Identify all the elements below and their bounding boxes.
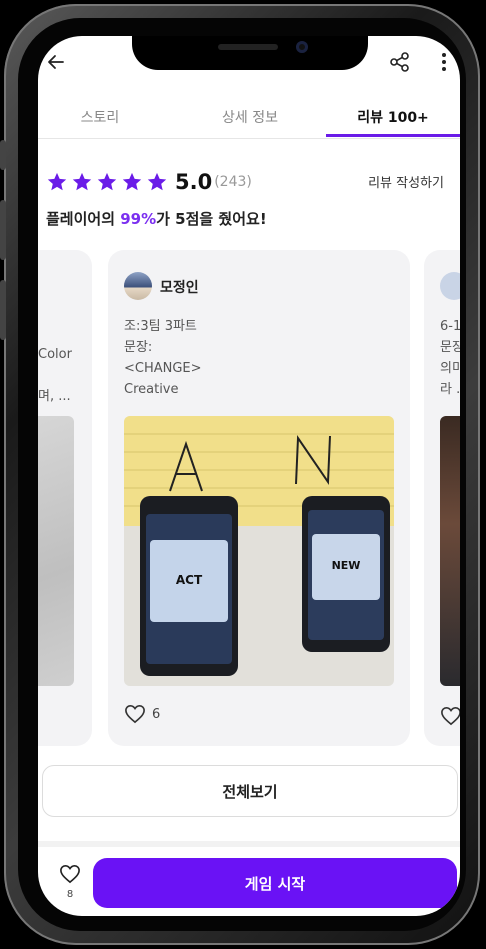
review-text-line: <CHANGE>	[124, 361, 202, 376]
heart-icon	[441, 706, 460, 726]
share-button[interactable]	[386, 48, 414, 76]
photo-label-new: NEW	[332, 559, 361, 572]
review-text-line: 문장:	[124, 340, 153, 355]
highlight-percent: 99%	[120, 210, 157, 228]
share-icon	[390, 52, 409, 72]
review-text-line: 며, ...	[38, 389, 71, 404]
star-icon	[72, 172, 92, 191]
speaker	[218, 44, 278, 50]
favorite-button[interactable]: 8	[48, 864, 92, 900]
review-text-line: 라 ...	[440, 382, 460, 397]
back-arrow-icon	[48, 55, 64, 69]
see-all-button[interactable]: 전체보기	[42, 765, 458, 817]
rating-count: (243)	[214, 174, 252, 190]
section-divider	[38, 841, 460, 847]
review-text-line: 조:3팀 3파트	[124, 319, 197, 334]
review-text-line: Creative	[124, 382, 179, 397]
photo-label-act: ACT	[176, 573, 203, 587]
review-text: 조:3팀 3파트 문장: <CHANGE> Creative	[124, 316, 202, 400]
star-icon	[97, 172, 117, 191]
review-card[interactable]: Color 며, ...	[38, 250, 92, 746]
star-icon	[47, 172, 67, 191]
more-menu-button[interactable]	[432, 48, 456, 76]
rating-summary: 5.0 (243)	[46, 168, 252, 196]
review-like[interactable]: 6	[124, 704, 160, 724]
review-text-line: 6-1	[440, 319, 460, 334]
review-card[interactable]: 모정인 조:3팀 3파트 문장: <CHANGE> Creative ACT N…	[108, 250, 410, 746]
tab-story[interactable]: 스토리	[38, 96, 162, 138]
tab-bar: 스토리 상세 정보 리뷰 100+	[38, 96, 460, 139]
favorite-count: 8	[66, 889, 74, 900]
review-photo	[38, 416, 74, 686]
side-button	[0, 200, 6, 260]
review-text-line: Color	[38, 347, 72, 362]
star-icon	[122, 172, 142, 191]
like-count: 6	[152, 706, 161, 722]
more-vertical-icon	[442, 53, 446, 71]
avatar	[124, 272, 152, 300]
heart-icon	[60, 864, 80, 884]
rating-score: 5.0	[175, 170, 213, 194]
review-card[interactable]: 6-1 문장 의미 라 ...	[424, 250, 460, 746]
heart-icon	[125, 704, 145, 724]
app-screen: 스토리 상세 정보 리뷰 100+ 5.0 (243) 리뷰 작성하기 플레이어…	[38, 36, 460, 916]
active-tab-indicator	[326, 134, 460, 137]
back-button[interactable]	[42, 48, 70, 76]
review-author: 모정인	[160, 280, 199, 296]
start-game-button[interactable]: 게임 시작	[93, 858, 457, 908]
review-photo	[440, 416, 460, 686]
avatar	[440, 272, 460, 300]
front-camera	[296, 41, 308, 53]
side-button	[0, 140, 6, 170]
write-review-link[interactable]: 리뷰 작성하기	[368, 172, 444, 191]
review-text-line: 문장	[440, 340, 460, 355]
star-icon	[147, 172, 167, 191]
rating-summary-text: 플레이어의 99%가 5점을 줬어요!	[46, 210, 267, 228]
tab-details[interactable]: 상세 정보	[178, 96, 322, 138]
review-text-line: 의미	[440, 361, 460, 376]
notch	[132, 36, 368, 70]
side-button	[0, 280, 6, 340]
review-photo: ACT NEW	[124, 416, 394, 686]
tab-reviews[interactable]: 리뷰 100+	[326, 96, 460, 138]
